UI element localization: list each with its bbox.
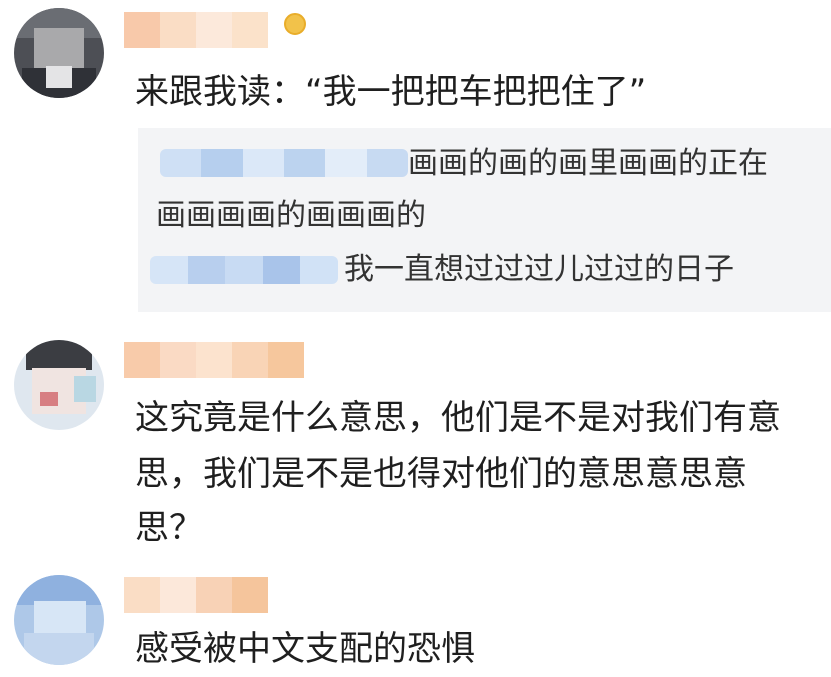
comment-item: 感受被中文支配的恐惧: [0, 565, 831, 676]
user-avatar-icon[interactable]: [14, 340, 104, 430]
badge-icon: [284, 13, 306, 35]
username[interactable]: [124, 342, 304, 378]
comment-text: 思？: [135, 508, 203, 548]
comment-text: 这究竟是什么意思，他们是不是对我们有意: [135, 398, 781, 438]
reply-text-continued: 画画画画的画画画的: [156, 198, 426, 233]
username[interactable]: [124, 12, 284, 48]
username[interactable]: [124, 577, 284, 613]
comment-text: 思，我们是不是也得对他们的意思意思意: [135, 454, 747, 494]
comment-text: 感受被中文支配的恐惧: [135, 629, 475, 669]
reply-box[interactable]: 画画的画的画里画画的正在 画画画画的画画画的 我一直想过过过儿过过的日子: [138, 128, 831, 312]
reply-text: 我一直想过过过儿过过的日子: [344, 252, 734, 287]
user-avatar-icon[interactable]: [14, 8, 104, 98]
reply-username[interactable]: [160, 149, 408, 177]
comment-item: 来跟我读：“我一把把车把把住了” 画画的画的画里画画的正在 画画画画的画画画的 …: [0, 0, 831, 320]
comment-item: 这究竟是什么意思，他们是不是对我们有意 思，我们是不是也得对他们的意思意思意 思…: [0, 330, 831, 550]
reply-username[interactable]: [150, 256, 338, 284]
user-avatar-icon[interactable]: [14, 575, 104, 665]
reply-text: 画画的画的画里画画的正在: [408, 146, 768, 181]
comment-text: 来跟我读：“我一把把车把把住了”: [135, 72, 647, 112]
